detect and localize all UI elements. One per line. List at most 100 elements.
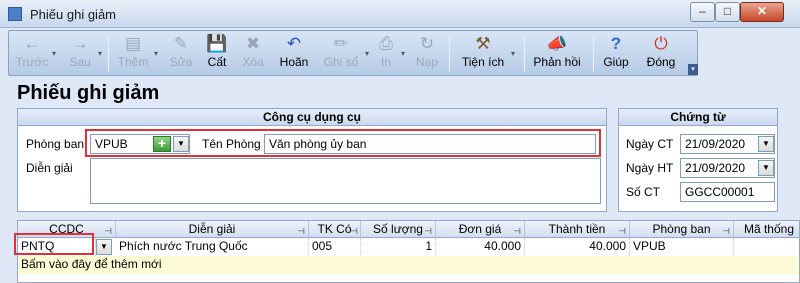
delete-button[interactable]: ✖ Xóa xyxy=(237,33,269,75)
column-header-department[interactable]: Phòng ban ⊣ xyxy=(630,221,734,238)
highlight-box xyxy=(14,233,94,255)
new-row[interactable]: Bấm vào đây để thêm mới xyxy=(18,256,799,274)
amount-cell[interactable]: 40.000 xyxy=(525,238,630,256)
maximize-button[interactable]: □ xyxy=(715,2,740,22)
chevron-down-icon[interactable]: ▼ xyxy=(96,239,112,255)
grid-header: CCDC ⊣ Diễn giải ⊣ TK Có ⊣ Số lượng ⊣ Đơn gi… xyxy=(18,221,799,239)
table-row[interactable]: PNTQ Phích nước Trung Quốc 005 1 40.000 … xyxy=(18,238,799,256)
toolbar-options-icon[interactable]: ▾ xyxy=(688,64,698,75)
voucher-no-input[interactable]: GGCC00001 xyxy=(680,182,775,202)
pin-icon[interactable]: ⊣ xyxy=(297,223,305,239)
stats-code-cell[interactable] xyxy=(734,238,799,256)
edit-label: Sửa xyxy=(169,55,193,69)
app-icon xyxy=(8,7,22,21)
arrow-left-icon: ← xyxy=(23,34,41,53)
feedback-label: Phản hồi xyxy=(533,55,581,69)
pin-icon[interactable]: ⊣ xyxy=(513,223,521,239)
column-header-unit-price[interactable]: Đơn giá ⊣ xyxy=(436,221,525,238)
pin-icon[interactable]: ⊣ xyxy=(722,223,730,239)
chevron-down-icon[interactable]: ▾ xyxy=(401,49,405,58)
delete-label: Xóa xyxy=(242,55,264,69)
printer-icon: ⎙ xyxy=(379,34,393,53)
post-label: Ghi sổ xyxy=(323,55,359,69)
column-header-quantity[interactable]: Số lượng ⊣ xyxy=(361,221,436,238)
column-label: Diễn giải xyxy=(188,222,236,236)
chevron-down-icon[interactable]: ▾ xyxy=(98,49,102,58)
pin-icon[interactable]: ⊣ xyxy=(104,223,112,239)
utilities-label: Tiện ích xyxy=(461,55,505,69)
chevron-down-icon[interactable]: ▼ xyxy=(758,136,774,152)
reload-icon: ↻ xyxy=(419,34,435,53)
add-button[interactable]: ▤ Thêm xyxy=(113,33,153,75)
cancel-label: Hoãn xyxy=(279,55,309,69)
add-department-icon[interactable]: + xyxy=(153,136,171,152)
description-cell[interactable]: Phích nước Trung Quốc xyxy=(116,238,309,256)
account-cell[interactable]: 005 xyxy=(309,238,361,256)
column-label: Đơn giá xyxy=(458,222,502,236)
title-bar: Phiếu ghi giảm – □ ✕ xyxy=(0,0,800,28)
department-cell[interactable]: VPUB xyxy=(630,238,734,256)
pin-icon[interactable]: ⊣ xyxy=(424,223,432,239)
utilities-button[interactable]: ⚒ Tiện ích xyxy=(455,33,511,75)
new-document-icon: ▤ xyxy=(124,34,142,53)
tools-icon: ⚒ xyxy=(475,34,491,53)
chevron-down-icon[interactable]: ▼ xyxy=(758,160,774,176)
toolbar-separator xyxy=(524,36,525,72)
print-label: In xyxy=(380,55,391,69)
voucher-date-label: Ngày CT xyxy=(626,137,674,151)
column-label: Số lượng xyxy=(373,222,423,236)
chevron-down-icon[interactable]: ▾ xyxy=(365,49,369,58)
voucher-no-label: Số CT xyxy=(626,185,661,199)
post-button[interactable]: ✏ Ghi sổ xyxy=(319,33,363,75)
window-title: Phiếu ghi giảm xyxy=(30,7,116,22)
previous-label: Trước xyxy=(15,55,49,69)
floppy-disk-icon: 💾 xyxy=(206,34,228,53)
undo-icon: ↶ xyxy=(286,34,302,53)
chevron-down-icon[interactable]: ▾ xyxy=(52,49,56,58)
column-header-amount[interactable]: Thành tiền ⊣ xyxy=(525,221,630,238)
previous-button[interactable]: ← Trước xyxy=(13,33,51,75)
pin-icon[interactable]: ⊣ xyxy=(618,223,626,239)
power-icon: ⏻ xyxy=(654,34,668,53)
reload-label: Nạp xyxy=(415,55,438,69)
chevron-down-icon[interactable]: ▾ xyxy=(154,49,158,58)
save-button[interactable]: 💾 Cất xyxy=(202,33,232,75)
close-window-button[interactable]: ✕ xyxy=(740,2,784,22)
description-label: Diễn giải xyxy=(26,161,73,175)
page-title: Phiếu ghi giảm xyxy=(17,82,160,104)
pin-icon[interactable]: ⊣ xyxy=(350,223,358,239)
department-name-field[interactable]: Văn phòng ủy ban xyxy=(264,134,596,154)
toolbar: ← Trước ▾ → Sau ▾ ▤ Thêm ▾ ✎ Sửa 💾 Cất ✖… xyxy=(8,30,698,76)
toolbar-separator xyxy=(593,36,594,72)
minimize-button[interactable]: – xyxy=(690,2,715,22)
close-label: Đóng xyxy=(646,55,676,69)
megaphone-icon: 📣 xyxy=(546,34,568,53)
cancel-button[interactable]: ↶ Hoãn xyxy=(274,33,314,75)
chevron-down-icon[interactable]: ▼ xyxy=(173,136,189,152)
print-button[interactable]: ⎙ In xyxy=(373,33,399,75)
column-label: Thành tiền xyxy=(548,222,606,236)
help-label: Giúp xyxy=(603,55,629,69)
feedback-button[interactable]: 📣 Phản hồi xyxy=(529,33,585,75)
column-label: TK Có xyxy=(317,222,352,236)
help-button[interactable]: ? Giúp xyxy=(599,33,633,75)
delete-icon: ✖ xyxy=(245,34,261,53)
column-header-account[interactable]: TK Có ⊣ xyxy=(309,221,361,238)
column-label: Mã thống xyxy=(743,222,795,236)
close-button[interactable]: ⏻ Đóng xyxy=(641,33,681,75)
detail-grid: CCDC ⊣ Diễn giải ⊣ TK Có ⊣ Số lượng ⊣ Đơn gi… xyxy=(17,220,800,283)
column-header-description[interactable]: Diễn giải ⊣ xyxy=(116,221,309,238)
reload-button[interactable]: ↻ Nạp xyxy=(411,33,443,75)
column-header-stats-code[interactable]: Mã thống xyxy=(734,221,799,238)
new-row-hint[interactable]: Bấm vào đây để thêm mới xyxy=(18,256,318,274)
chevron-down-icon[interactable]: ▾ xyxy=(511,49,515,58)
edit-icon: ✎ xyxy=(173,34,189,53)
add-label: Thêm xyxy=(117,55,149,69)
next-button[interactable]: → Sau xyxy=(63,33,97,75)
department-name-label: Tên Phòng xyxy=(202,137,261,151)
description-input[interactable] xyxy=(90,158,601,204)
edit-button[interactable]: ✎ Sửa xyxy=(165,33,197,75)
next-label: Sau xyxy=(69,55,91,69)
arrow-right-icon: → xyxy=(71,34,89,53)
quantity-cell[interactable]: 1 xyxy=(361,238,436,256)
